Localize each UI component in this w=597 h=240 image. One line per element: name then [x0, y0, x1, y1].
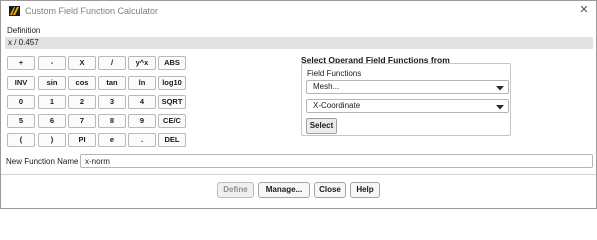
key-0[interactable]: 0: [7, 95, 35, 109]
key-6[interactable]: 6: [38, 114, 66, 128]
key-9[interactable]: 9: [128, 114, 156, 128]
key-multiply[interactable]: X: [68, 56, 96, 70]
key-power[interactable]: y^x: [128, 56, 156, 70]
key-log10[interactable]: log10: [158, 76, 186, 90]
close-window-icon[interactable]: ✕: [577, 3, 591, 17]
key-ln[interactable]: ln: [128, 76, 156, 90]
key-minus[interactable]: -: [38, 56, 66, 70]
key-divide[interactable]: /: [98, 56, 126, 70]
key-delete[interactable]: DEL: [158, 133, 186, 147]
key-pi[interactable]: PI: [68, 133, 96, 147]
key-e[interactable]: e: [98, 133, 126, 147]
key-plus[interactable]: +: [7, 56, 35, 70]
key-sin[interactable]: sin: [38, 76, 66, 90]
key-5[interactable]: 5: [7, 114, 35, 128]
field-category-value: Mesh...: [313, 82, 340, 91]
key-open-paren[interactable]: (: [7, 133, 35, 147]
key-close-paren[interactable]: ): [38, 133, 66, 147]
definition-label: Definition: [7, 26, 41, 35]
field-category-dropdown[interactable]: Mesh...: [306, 80, 509, 94]
key-abs[interactable]: ABS: [158, 56, 186, 70]
new-function-name-label: New Function Name: [6, 157, 79, 166]
field-function-dropdown[interactable]: X-Coordinate: [306, 99, 509, 113]
define-button[interactable]: Define: [217, 182, 254, 198]
chevron-down-icon: [496, 105, 504, 110]
footer-divider: [1, 174, 596, 175]
close-button[interactable]: Close: [314, 182, 346, 198]
key-decimal[interactable]: .: [128, 133, 156, 147]
key-7[interactable]: 7: [68, 114, 96, 128]
operand-group-box: Field Functions Mesh... X-Coordinate Sel…: [301, 63, 511, 136]
title-bar: Custom Field Function Calculator ✕: [1, 1, 596, 21]
manage-button[interactable]: Manage...: [258, 182, 310, 198]
key-8[interactable]: 8: [98, 114, 126, 128]
field-functions-label: Field Functions: [307, 69, 362, 78]
help-button[interactable]: Help: [350, 182, 380, 198]
key-2[interactable]: 2: [68, 95, 96, 109]
key-3[interactable]: 3: [98, 95, 126, 109]
app-logo-icon: [9, 6, 20, 16]
key-1[interactable]: 1: [38, 95, 66, 109]
key-clear[interactable]: CE/C: [158, 114, 186, 128]
key-sqrt[interactable]: SQRT: [158, 95, 186, 109]
window-title: Custom Field Function Calculator: [25, 6, 159, 16]
new-function-name-input[interactable]: [80, 154, 593, 168]
key-cos[interactable]: cos: [68, 76, 96, 90]
key-inv[interactable]: INV: [7, 76, 35, 90]
key-tan[interactable]: tan: [98, 76, 126, 90]
key-4[interactable]: 4: [128, 95, 156, 109]
definition-display: x / 0.457: [5, 37, 593, 49]
field-function-value: X-Coordinate: [313, 101, 361, 110]
select-operand-button[interactable]: Select: [306, 118, 337, 134]
chevron-down-icon: [496, 86, 504, 91]
calculator-dialog: Custom Field Function Calculator ✕ Defin…: [0, 0, 597, 209]
